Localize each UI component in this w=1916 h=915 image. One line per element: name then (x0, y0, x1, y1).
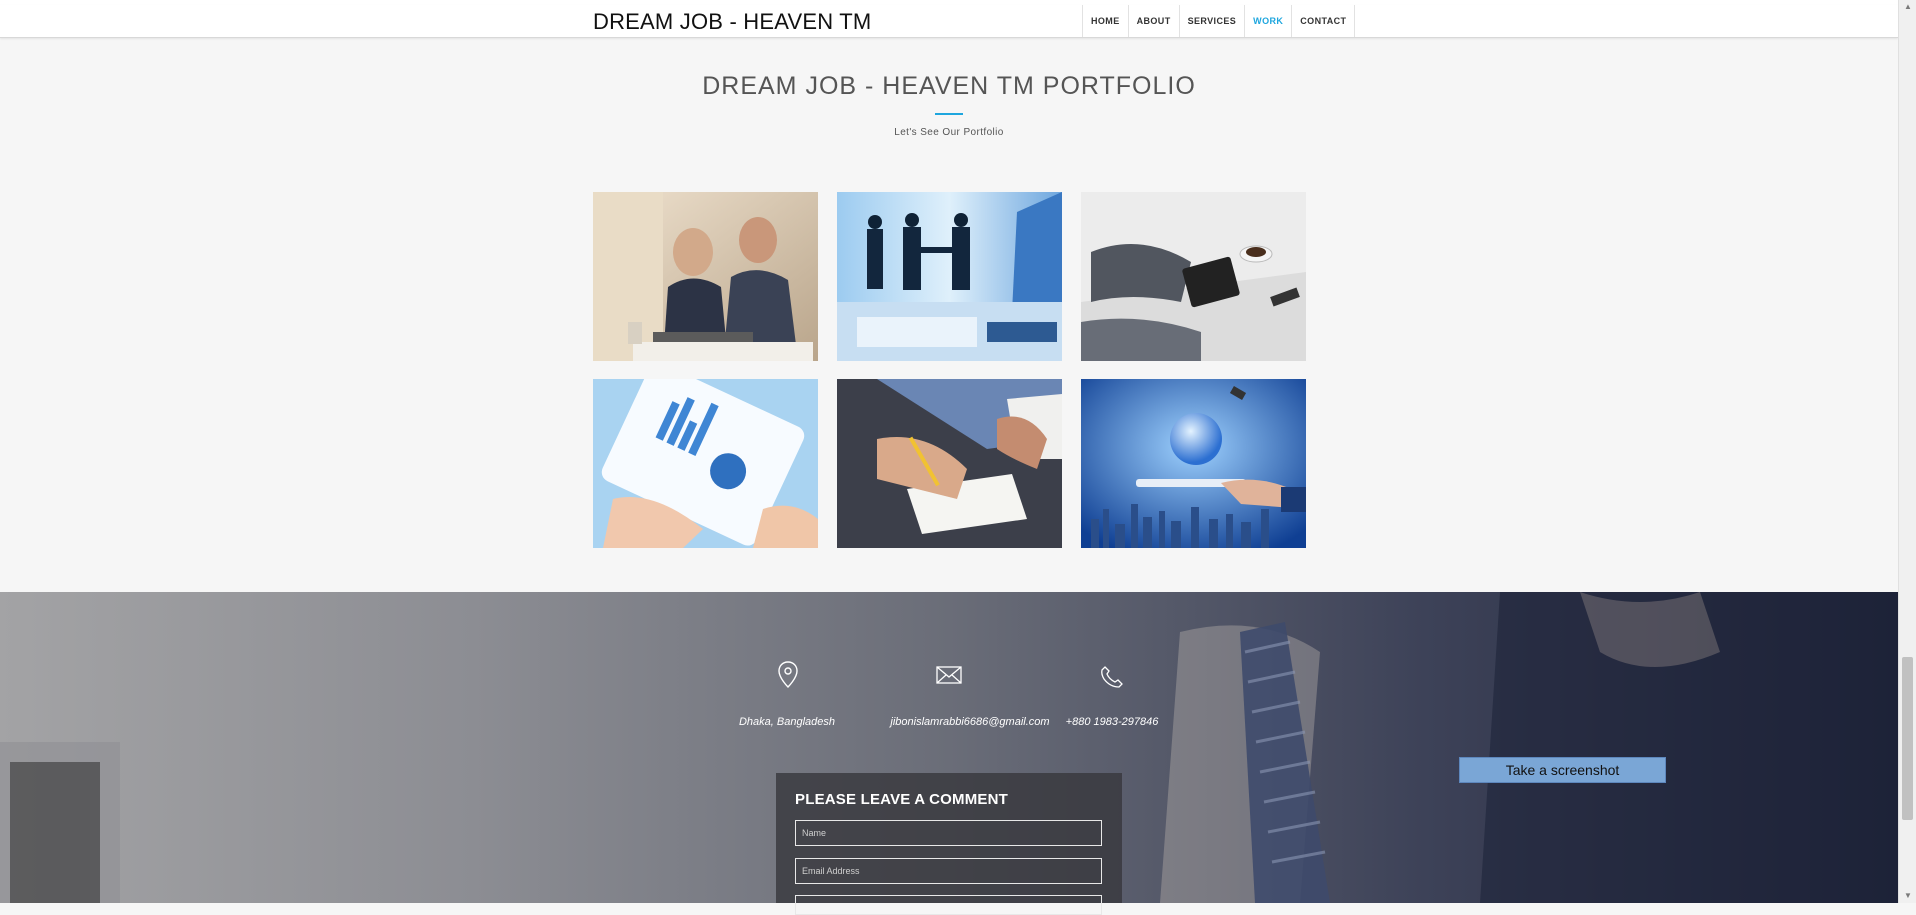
nav-menu: HOME ABOUT SERVICES WORK CONTACT (1082, 5, 1356, 37)
scrollbar-thumb[interactable] (1902, 657, 1913, 820)
title-divider (935, 113, 963, 115)
brand-logo[interactable]: DREAM JOB - HEAVEN TM (593, 9, 871, 35)
nav-item-about[interactable]: ABOUT (1127, 5, 1179, 37)
tablet-charts-photo (593, 379, 818, 548)
email-field[interactable] (795, 858, 1102, 884)
portfolio-image-businessmen-tablet[interactable] (593, 192, 818, 361)
handshake-photo (837, 192, 1062, 361)
nav-item-contact[interactable]: CONTACT (1291, 5, 1356, 37)
scroll-up-arrow-icon[interactable]: ▲ (1899, 0, 1916, 14)
navbar: DREAM JOB - HEAVEN TM HOME ABOUT SERVICE… (0, 5, 1898, 38)
name-field[interactable] (795, 820, 1102, 846)
location-text: Dhaka, Bangladesh (738, 716, 835, 728)
portfolio-subtitle: Let's See Our Portfolio (894, 127, 1004, 138)
message-field[interactable] (795, 895, 1102, 915)
portfolio-image-writing[interactable] (837, 379, 1062, 548)
portfolio-image-tablet-charts[interactable] (593, 379, 818, 548)
portfolio-title: DREAM JOB - HEAVEN TM PORTFOLIO (702, 72, 1196, 100)
businessmen-photo (593, 192, 818, 361)
phone-text[interactable]: +880 1983-297846 (1052, 716, 1172, 728)
page-scrollbar[interactable]: ▲ ▼ (1898, 0, 1916, 903)
globe-tablet-photo (1081, 379, 1306, 548)
writing-photo (837, 379, 1062, 548)
comment-form: PLEASE LEAVE A COMMENT (776, 773, 1122, 915)
email-text[interactable]: jibonislamrabbi6686@gmail.com (860, 716, 1080, 728)
nav-item-home[interactable]: HOME (1082, 5, 1128, 37)
tablet-desk-photo (1081, 192, 1306, 361)
scroll-down-arrow-icon[interactable]: ▼ (1899, 889, 1916, 903)
comment-form-title: PLEASE LEAVE A COMMENT (795, 791, 1009, 808)
contact-email: jibonislamrabbi6686@gmail.com (860, 660, 1080, 728)
portfolio-image-tablet-desk[interactable] (1081, 192, 1306, 361)
nav-item-services[interactable]: SERVICES (1178, 5, 1245, 37)
nav-item-work[interactable]: WORK (1244, 5, 1291, 37)
portfolio-image-globe-tablet[interactable] (1081, 379, 1306, 548)
take-screenshot-button[interactable]: Take a screenshot (1459, 757, 1666, 783)
contact-location: Dhaka, Bangladesh (727, 660, 847, 728)
portfolio-image-handshake[interactable] (837, 192, 1062, 361)
contact-phone: +880 1983-297846 (1052, 660, 1172, 728)
